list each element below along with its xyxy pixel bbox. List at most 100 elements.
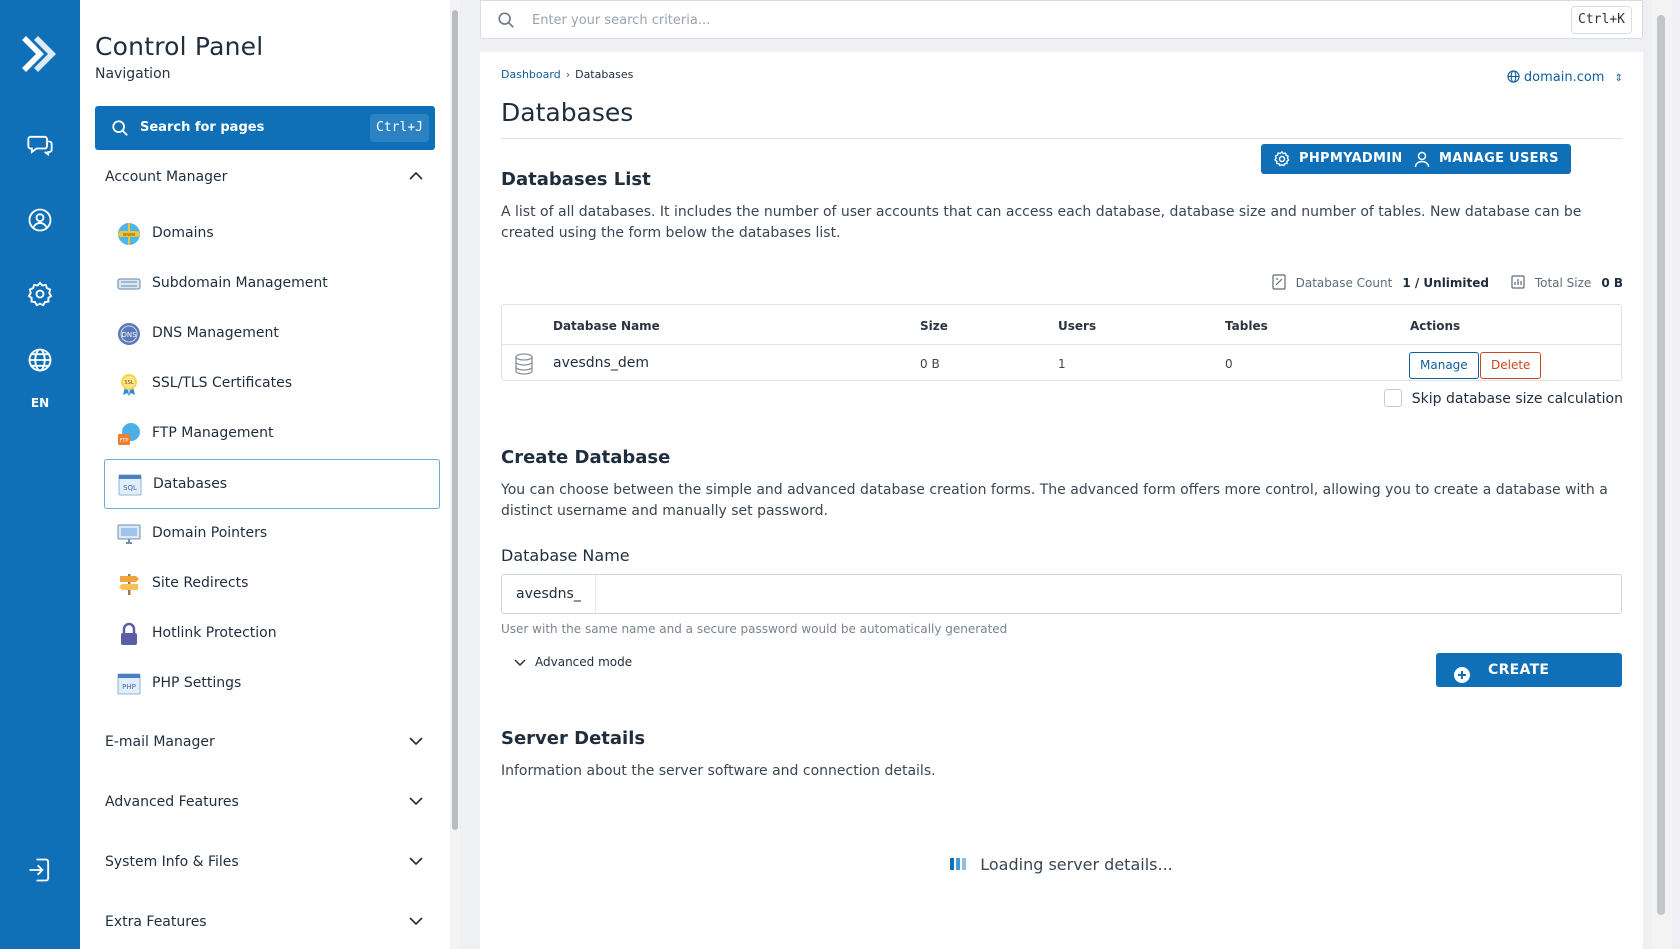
nav-scrollbar[interactable] — [452, 10, 458, 830]
main-content: Dashboard › Databases domain.com ⇕ Databas… — [480, 52, 1643, 949]
gear-icon — [1273, 150, 1291, 168]
skip-size-calculation[interactable]: Skip database size calculation — [1383, 389, 1623, 407]
database-name[interactable]: avesdns_dem — [553, 355, 649, 371]
language-label[interactable]: EN — [0, 396, 80, 410]
php-icon: PHP — [116, 671, 142, 697]
search-icon — [111, 119, 129, 137]
nav-item-site-redirects[interactable]: Site Redirects — [104, 559, 440, 609]
chevron-down-icon — [513, 655, 527, 669]
manage-users-button[interactable]: MANAGE USERS — [1401, 144, 1571, 174]
settings-icon[interactable] — [26, 280, 54, 308]
total-size-label: Total Size — [1534, 276, 1592, 290]
nav-item-label: SSL/TLS Certificates — [152, 375, 292, 391]
skip-size-label: Skip database size calculation — [1411, 391, 1623, 407]
ssl-badge-icon: SSL — [116, 371, 142, 397]
monitor-icon — [116, 521, 142, 547]
section-label: E-mail Manager — [105, 734, 215, 750]
nav-item-label: Domain Pointers — [152, 525, 268, 541]
nav-item-ssl-certificates[interactable]: SSL SSL/TLS Certificates — [104, 359, 440, 409]
nav-item-hotlink-protection[interactable]: Hotlink Protection — [104, 609, 440, 659]
page-scrollbar-thumb[interactable] — [1657, 15, 1665, 915]
database-name-prefix: avesdns_ — [502, 575, 596, 613]
column-header: Actions — [1410, 319, 1461, 333]
nav-item-databases[interactable]: SQL Databases — [104, 459, 440, 509]
database-count-label: Database Count — [1295, 276, 1393, 290]
svg-text:DNS: DNS — [121, 331, 137, 339]
chevron-down-icon — [407, 852, 425, 870]
skip-size-checkbox[interactable] — [1383, 389, 1402, 407]
page-search-button[interactable]: Search for pages Ctrl+J — [95, 106, 435, 150]
databases-table: Database Name Size Users Tables Actions … — [501, 304, 1622, 381]
advanced-mode-label: Advanced mode — [535, 655, 633, 669]
section-label: Account Manager — [105, 169, 228, 185]
chat-icon[interactable] — [26, 131, 54, 159]
domain-selector[interactable]: domain.com ⇕ — [1507, 70, 1623, 85]
section-system-info-files[interactable]: System Info & Files — [95, 842, 435, 882]
section-label: System Info & Files — [105, 854, 239, 870]
nav-item-domains[interactable]: www Domains — [104, 209, 440, 259]
sql-icon: SQL — [117, 472, 143, 498]
database-name-field[interactable]: avesdns_ — [501, 574, 1622, 614]
logout-icon[interactable] — [26, 856, 54, 884]
databases-list-description: A list of all databases. It includes the… — [501, 204, 1582, 241]
global-search-shortcut: Ctrl+K — [1571, 6, 1632, 34]
databases-list-heading: Databases List — [501, 169, 651, 190]
global-search-bar[interactable]: Enter your search criteria... Ctrl+K — [480, 0, 1643, 39]
svg-text:FTP: FTP — [120, 438, 129, 444]
panel-subtitle: Navigation — [95, 66, 171, 82]
section-extra-features[interactable]: Extra Features — [95, 902, 435, 942]
chevron-up-icon — [407, 167, 425, 185]
logo-icon[interactable] — [20, 32, 60, 76]
section-account-manager[interactable]: Account Manager — [95, 157, 435, 197]
loading-indicator: Loading server details... — [480, 855, 1643, 874]
manage-users-label: MANAGE USERS — [1439, 151, 1559, 166]
icon-rail: EN — [0, 0, 80, 949]
domain-selector-value: domain.com — [1523, 70, 1605, 85]
database-icon — [514, 353, 534, 375]
www-globe-icon: www — [116, 221, 142, 247]
nav-item-label: Subdomain Management — [152, 275, 328, 291]
loading-bars-icon — [950, 856, 970, 870]
user-icon — [1413, 150, 1431, 168]
dns-icon: DNS — [116, 321, 142, 347]
database-name-hint: User with the same name and a secure pas… — [501, 622, 1008, 636]
create-database-description: You can choose between the simple and ad… — [501, 482, 1608, 519]
delete-button[interactable]: Delete — [1480, 352, 1542, 379]
chevron-down-icon — [407, 732, 425, 750]
column-header: Users — [1058, 319, 1097, 333]
create-button[interactable]: CREATE — [1436, 653, 1622, 687]
user-icon[interactable] — [26, 206, 54, 234]
manage-button[interactable]: Manage — [1409, 352, 1479, 379]
page-scrollbar[interactable] — [1652, 0, 1672, 949]
advanced-mode-toggle[interactable]: Advanced mode — [513, 655, 632, 669]
page-search-shortcut: Ctrl+J — [370, 114, 429, 142]
divider — [501, 138, 1622, 139]
nav-item-label: Site Redirects — [152, 575, 249, 591]
global-search-input[interactable]: Enter your search criteria... — [532, 13, 710, 28]
signpost-icon — [116, 571, 142, 597]
nav-item-label: PHP Settings — [152, 675, 242, 691]
nav-item-subdomain-management[interactable]: Subdomain Management — [104, 259, 440, 309]
nav-item-label: Hotlink Protection — [152, 625, 277, 641]
globe-icon[interactable] — [26, 346, 54, 374]
total-size-value: 0 B — [1601, 276, 1623, 290]
section-advanced-features[interactable]: Advanced Features — [95, 782, 435, 822]
nav-item-php-settings[interactable]: PHP PHP Settings — [104, 659, 440, 709]
nav-item-ftp-management[interactable]: FTP FTP Management — [104, 409, 440, 459]
server-details-description: Information about the server software an… — [501, 763, 936, 779]
svg-text:SSL: SSL — [124, 380, 133, 386]
breadcrumb-dashboard-link[interactable]: Dashboard — [501, 68, 561, 81]
nav-item-label: FTP Management — [152, 425, 274, 441]
breadcrumb-current: Databases — [575, 68, 634, 81]
nav-item-domain-pointers[interactable]: Domain Pointers — [104, 509, 440, 559]
search-icon — [497, 11, 515, 29]
database-users: 1 — [1058, 357, 1066, 371]
database-stats: Database Count 1 / Unlimited Total Size 0 … — [1254, 274, 1623, 290]
nav-item-dns-management[interactable]: DNS DNS Management — [104, 309, 440, 359]
chevron-down-icon — [407, 792, 425, 810]
nav-item-label: DNS Management — [152, 325, 279, 341]
svg-text:SQL: SQL — [123, 484, 137, 492]
section-email-manager[interactable]: E-mail Manager — [95, 722, 435, 762]
bar-chart-icon — [1511, 274, 1525, 290]
phpmyadmin-button[interactable]: PHPMYADMIN — [1261, 144, 1415, 174]
